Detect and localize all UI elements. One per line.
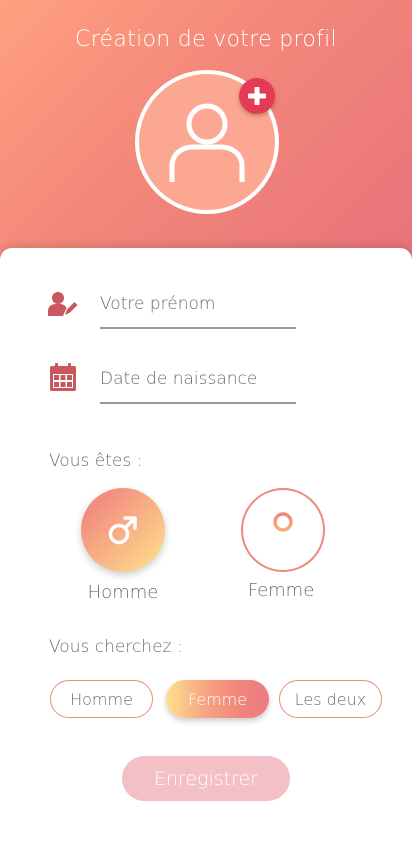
birthdate-input[interactable] bbox=[100, 362, 296, 404]
user-icon bbox=[169, 103, 245, 182]
gender-male-button[interactable] bbox=[81, 488, 165, 572]
add-photo-button[interactable] bbox=[239, 78, 275, 114]
seeking-homme-button[interactable]: Homme bbox=[50, 680, 153, 718]
seeking-label: Vous cherchez : bbox=[49, 637, 183, 657]
seeking-femme-label: Femme bbox=[187, 689, 248, 709]
seeking-femme-button[interactable]: Femme bbox=[166, 680, 269, 718]
seeking-homme-label: Homme bbox=[70, 689, 133, 709]
plus-icon bbox=[248, 87, 266, 105]
save-button-label: Enregistrer bbox=[153, 767, 259, 790]
calendar-icon bbox=[48, 362, 78, 392]
user-edit-icon bbox=[48, 289, 78, 319]
seeking-les-deux-label: Les deux bbox=[294, 689, 367, 709]
page-title: Création de votre profil bbox=[75, 27, 337, 52]
save-button[interactable]: Enregistrer bbox=[122, 756, 290, 801]
gender-male-label: Homme bbox=[87, 582, 159, 603]
seeking-les-deux-button[interactable]: Les deux bbox=[279, 680, 382, 718]
firstname-input[interactable] bbox=[100, 287, 296, 329]
gender-female-button[interactable] bbox=[241, 488, 325, 572]
female-icon bbox=[273, 512, 293, 548]
male-icon bbox=[108, 516, 137, 545]
gender-label: Vous êtes : bbox=[49, 451, 143, 471]
gender-female-label: Femme bbox=[247, 580, 315, 601]
